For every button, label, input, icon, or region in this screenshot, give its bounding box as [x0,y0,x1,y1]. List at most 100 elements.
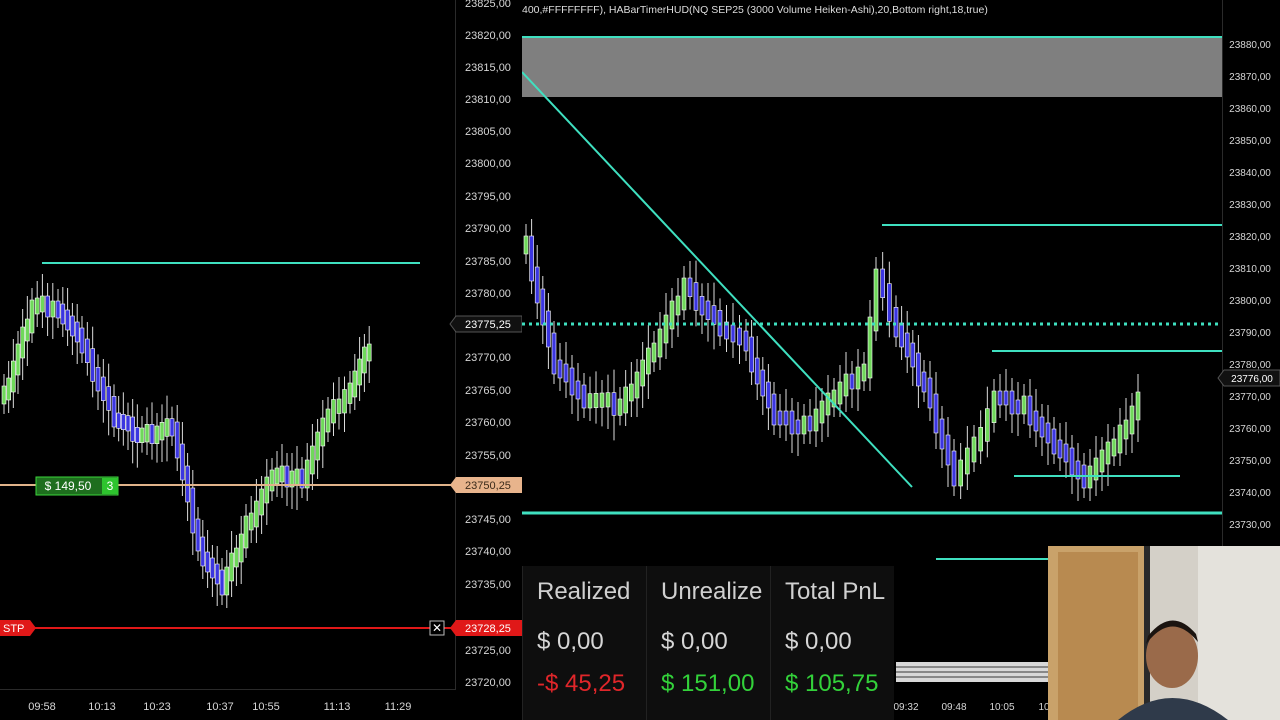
candle-body [693,282,699,311]
candle-body [749,336,754,373]
candle-body [551,332,557,375]
candle-body [611,392,617,416]
supply-zone-rect[interactable] [522,37,1222,97]
candle-body [927,377,933,409]
candle-body [705,300,711,320]
position-pnl-badge[interactable]: $ 149,50 3 [35,476,119,496]
candle-body [180,443,185,481]
candle-body [880,268,885,298]
left-time-tick: 10:55 [252,701,280,713]
left-price-tick: 23805,00 [465,126,511,138]
stop-price-tag: 23728,25 [450,620,522,636]
candle-body [617,398,623,416]
candle-body [50,300,56,318]
pnl-column-total: Total PnL $ 0,00 $ 105,75 [770,566,894,720]
candle-body [6,377,11,401]
candle-body [234,547,239,568]
candle-body [958,459,963,487]
candle-body [254,500,259,528]
candle-body [730,324,736,343]
left-price-tick: 23740,00 [465,546,511,558]
candle-body [916,352,921,387]
pnl-table: Realized $ 0,00 -$ 45,25 Unrealize $ 0,0… [522,566,894,720]
candle-body [269,469,275,492]
right-price-tick: 23770,00 [1229,392,1271,403]
candle-body [933,393,939,434]
candle-body [95,367,101,392]
indicator-settings-text: 400,#FFFFFFFF), HABarTimerHUD(NQ SEP25 (… [522,4,988,16]
candle-body [523,235,529,255]
right-price-tick: 23830,00 [1229,200,1271,211]
candle-body [1015,399,1021,415]
pnl-column-unrealized: Unrealize $ 0,00 $ 151,00 [646,566,770,720]
right-price-tick: 23870,00 [1229,72,1271,83]
candle-body [813,408,819,432]
candle-body [264,476,270,504]
candle-body [210,557,215,579]
left-price-tick: 23725,00 [465,645,511,657]
candle-body [587,393,593,409]
candle-body [921,371,927,393]
candle-body [991,390,997,423]
candle-body [106,386,111,411]
candle-body [357,358,362,386]
candle-body [575,380,581,400]
candle-body [629,383,634,402]
right-time-axis: 09:32 09:48 10:05 10 [893,702,1050,713]
candle-body [777,410,783,426]
candle-body [534,266,540,304]
right-price-axis: 23880,00 23870,00 23860,00 23850,00 23840,00… [1229,40,1271,531]
left-price-chart[interactable]: 23825,00 23820,00 23815,00 23810,00 23805,00… [0,0,522,720]
candle-body [1039,416,1045,438]
candle-body [754,357,760,385]
left-price-tick: 23810,00 [465,94,511,106]
candle-body [687,277,693,297]
candle-body [65,309,70,331]
bar-timer-hud [896,662,1048,682]
candle-body [1051,428,1057,455]
pnl-header-total: Total PnL [785,578,886,605]
candle-body [843,373,849,397]
candle-body [342,389,347,414]
left-time-tick: 10:37 [206,701,234,713]
candle-body [320,417,326,447]
candle-body [224,566,230,596]
candle-body [352,370,358,398]
left-price-tick: 23745,00 [465,514,511,526]
candle-body [737,327,742,346]
left-time-tick: 10:23 [143,701,171,713]
left-time-tick: 11:13 [324,701,351,713]
candle-body [259,488,264,516]
candle-body [623,386,628,414]
candle-body [1009,390,1015,415]
candle-body [663,314,669,344]
right-price-tick: 23730,00 [1229,520,1271,531]
left-axis-separator [455,0,456,690]
left-price-tick: 23770,00 [465,352,511,364]
left-price-tick: 23720,00 [465,677,511,689]
candle-body [605,392,611,408]
candle-body [29,299,35,334]
webcam-overlay [1048,546,1280,720]
left-price-tick: 23755,00 [465,450,511,462]
right-current-price-tag: 23776,00 [1217,369,1280,387]
trend-line[interactable] [522,71,913,488]
stop-order-badge[interactable]: STP [0,620,36,636]
cancel-stop-button[interactable]: ✕ [429,620,445,636]
candle-body [910,342,916,368]
candle-body [304,459,310,489]
candle-body [771,393,777,426]
left-candle-group [1,274,372,608]
left-time-tick: 11:29 [385,701,412,713]
candle-body [1045,422,1051,444]
candle-body [159,422,165,441]
candle-body [634,371,640,399]
pnl-header-realized: Realized [537,578,631,605]
candle-body [149,424,155,444]
candle-body [699,296,705,316]
candle-body [563,363,569,383]
candle-body [887,283,892,322]
candle-body [34,297,40,315]
left-chart-panel[interactable]: 23825,00 23820,00 23815,00 23810,00 23805,00… [0,0,522,720]
candle-body [310,445,315,475]
